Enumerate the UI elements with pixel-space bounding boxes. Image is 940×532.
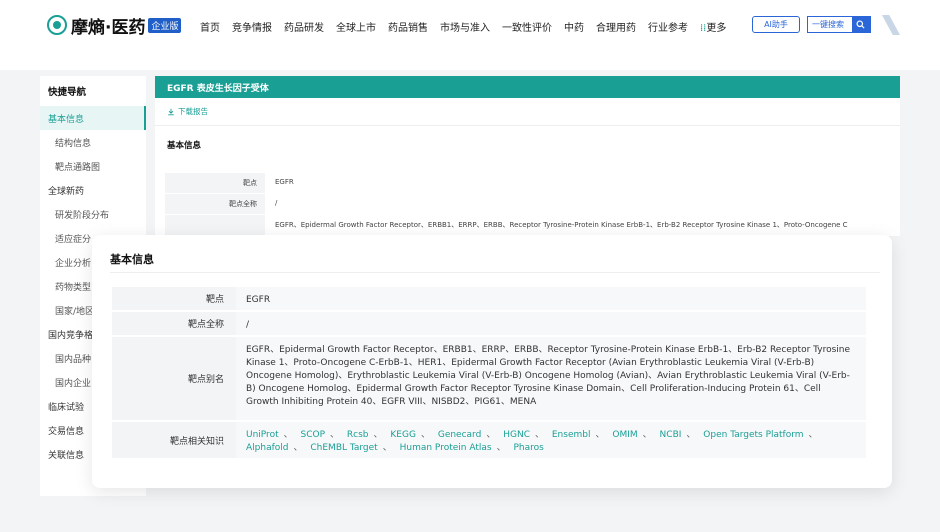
section-title: 基本信息 — [167, 141, 202, 151]
target-value: EGFR — [236, 287, 866, 310]
card-divider — [110, 272, 880, 273]
link-uniprot[interactable]: UniProt — [246, 430, 279, 440]
fullname-label: 靶点全称 — [112, 312, 236, 335]
main-nav: 首页 竞争情报 药品研发 全球上市 药品销售 市场与准入 一致性评价 中药 合理… — [200, 19, 738, 34]
nav-rational-use[interactable]: 合理用药 — [596, 19, 636, 34]
search-box[interactable]: 一键搜索 — [807, 16, 871, 33]
link-omim[interactable]: OMIM — [612, 430, 637, 440]
nav-market-access[interactable]: 市场与准入 — [440, 19, 490, 34]
top-header: 摩熵·医药 企业版 首页 竞争情报 药品研发 全球上市 药品销售 市场与准入 一… — [0, 0, 940, 70]
sidebar-item-pathway[interactable]: 靶点通路图 — [40, 154, 146, 178]
alias-value: EGFR、Epidermal Growth Factor Receptor、ER… — [236, 337, 866, 420]
table-row-fullname: 靶点全称 / — [112, 312, 866, 337]
download-icon — [168, 108, 174, 115]
download-report-link[interactable]: 下载报告 — [155, 98, 900, 126]
link-rcsb[interactable]: Rcsb — [347, 430, 369, 440]
logo-text: 摩熵·医药 — [71, 17, 146, 38]
main-content: EGFR 表皮生长因子受体 下载报告 基本信息 靶点 EGFR 靶点全称 / E… — [155, 76, 900, 236]
basic-info-card: 基本信息 靶点 EGFR 靶点全称 / 靶点别名 EGFR、Epidermal … — [92, 235, 892, 488]
row-label — [165, 215, 265, 235]
edition-badge: 企业版 — [148, 17, 182, 33]
nav-competition[interactable]: 竞争情报 — [232, 19, 272, 34]
sidebar-title: 快捷导航 — [48, 87, 87, 98]
table-row: 靶点 EGFR — [165, 173, 900, 194]
link-ncbi[interactable]: NCBI — [660, 430, 682, 440]
nav-industry[interactable]: 行业参考 — [648, 19, 688, 34]
search-button[interactable] — [851, 16, 870, 33]
nav-more-label: 更多 — [706, 23, 727, 34]
nav-more[interactable]: ⁞⁞更多 — [700, 19, 726, 34]
brand-mark-icon — [882, 15, 900, 35]
link-open-targets[interactable]: Open Targets Platform — [703, 430, 803, 440]
table-row-target: 靶点 EGFR — [112, 287, 866, 312]
nav-consistency[interactable]: 一致性评价 — [502, 19, 552, 34]
download-label: 下载报告 — [178, 107, 208, 116]
link-alphafold[interactable]: Alphafold — [246, 443, 288, 453]
logo[interactable]: 摩熵·医药 企业版 — [47, 10, 182, 40]
link-genecard[interactable]: Genecard — [438, 430, 481, 440]
knowledge-links: UniProt、 SCOP、 Rcsb、 KEGG、 Genecard、 HGN… — [236, 422, 866, 458]
sidebar-item-rd-stage[interactable]: 研发阶段分布 — [40, 202, 146, 226]
table-row-alias: 靶点别名 EGFR、Epidermal Growth Factor Recept… — [112, 337, 866, 422]
nav-home[interactable]: 首页 — [200, 19, 220, 34]
target-title-bar: EGFR 表皮生长因子受体 — [155, 76, 900, 98]
row-label: 靶点全称 — [165, 194, 265, 214]
link-human-protein-atlas[interactable]: Human Protein Atlas — [400, 443, 492, 453]
fullname-value: / — [236, 312, 866, 335]
link-scop[interactable]: SCOP — [301, 430, 326, 440]
row-value: EGFR、Epidermal Growth Factor Receptor、ER… — [275, 221, 848, 229]
row-value: / — [275, 199, 278, 207]
table-row: EGFR、Epidermal Growth Factor Receptor、ER… — [165, 215, 900, 236]
nav-drug-sales[interactable]: 药品销售 — [388, 19, 428, 34]
link-ensembl[interactable]: Ensembl — [552, 430, 591, 440]
row-value: EGFR — [275, 178, 294, 186]
table-row: 靶点全称 / — [165, 194, 900, 215]
ai-assistant-button[interactable]: AI助手 — [752, 16, 800, 33]
target-label: 靶点 — [112, 287, 236, 310]
sidebar-item-structure[interactable]: 结构信息 — [40, 130, 146, 154]
knowledge-label: 靶点相关知识 — [112, 422, 236, 458]
basic-info-table: 靶点 EGFR 靶点全称 / 靶点别名 EGFR、Epidermal Growt… — [112, 287, 866, 460]
sidebar-item-basic-info[interactable]: 基本信息 — [40, 106, 146, 130]
link-pharos[interactable]: Pharos — [513, 443, 543, 453]
logo-icon — [47, 15, 67, 35]
link-chembl[interactable]: ChEMBL Target — [310, 443, 377, 453]
ai-label: AI助手 — [764, 20, 788, 29]
bg-info-table: 靶点 EGFR 靶点全称 / EGFR、Epidermal Growth Fac… — [165, 173, 900, 236]
nav-global-launch[interactable]: 全球上市 — [336, 19, 376, 34]
table-row-knowledge: 靶点相关知识 UniProt、 SCOP、 Rcsb、 KEGG、 Geneca… — [112, 422, 866, 460]
alias-label: 靶点别名 — [112, 337, 236, 420]
link-kegg[interactable]: KEGG — [390, 430, 416, 440]
card-title: 基本信息 — [110, 253, 154, 266]
sidebar-item-global-drugs[interactable]: 全球新药 — [40, 178, 146, 202]
search-label: 一键搜索 — [812, 20, 844, 29]
nav-drug-rd[interactable]: 药品研发 — [284, 19, 324, 34]
row-label: 靶点 — [165, 173, 265, 193]
nav-tcm[interactable]: 中药 — [564, 19, 584, 34]
search-icon — [856, 20, 865, 29]
link-hgnc[interactable]: HGNC — [503, 430, 530, 440]
